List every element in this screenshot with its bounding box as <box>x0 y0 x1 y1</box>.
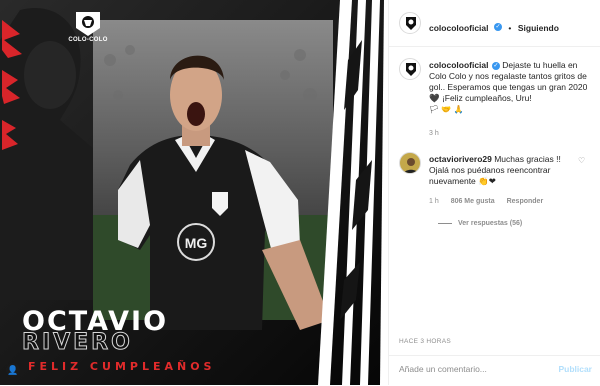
club-crest-icon <box>76 12 100 36</box>
user-tag-icon[interactable]: 👤 <box>6 363 20 377</box>
following-button[interactable]: Siguiendo <box>518 23 559 33</box>
verified-badge-icon: ✓ <box>491 61 500 70</box>
reply-button[interactable]: Responder <box>507 198 544 205</box>
view-replies-label: Ver respuestas (56) <box>458 220 523 227</box>
birthday-text: FELIZ CUMPLEAÑOS <box>28 360 216 373</box>
club-logo: COLO-COLO <box>68 10 108 46</box>
caption-username[interactable]: colocolooficial <box>429 60 489 70</box>
club-crest-icon <box>406 63 416 76</box>
verified-badge-icon: ✓ <box>493 22 502 31</box>
instagram-post: COLO-COLO MG OCTAVIO RIVERO FELIZ CUMPLE… <box>0 0 600 385</box>
comment-text-block: octaviorivero29 Muchas gracias !! Ojalá … <box>429 154 579 187</box>
like-comment-heart-icon[interactable]: ♡ <box>578 156 585 165</box>
club-crest-icon <box>406 17 416 30</box>
club-logo-text: COLO-COLO <box>68 37 108 43</box>
post-image[interactable]: COLO-COLO MG OCTAVIO RIVERO FELIZ CUMPLE… <box>0 0 388 385</box>
publish-button[interactable]: Publicar <box>558 364 592 374</box>
header-username[interactable]: colocolooficial <box>429 23 489 33</box>
post-header: colocolooficial ✓ • Siguiendo <box>389 0 600 47</box>
view-replies[interactable]: Ver respuestas (56) <box>438 220 522 227</box>
account-avatar[interactable] <box>399 12 421 34</box>
comment-input[interactable] <box>399 364 559 374</box>
caption-avatar[interactable] <box>399 58 421 80</box>
header-separator: • <box>508 23 512 33</box>
post-timestamp[interactable]: HACE 3 HORAS <box>399 338 451 345</box>
caption-emojis: 🏳 🤝 🙏 <box>429 105 464 114</box>
sponsor-logo-text: MG <box>185 235 208 251</box>
player-last-name: RIVERO <box>22 330 133 356</box>
commenter-username[interactable]: octaviorivero29 <box>429 154 492 164</box>
caption-time[interactable]: 3 h <box>429 130 439 137</box>
post-sidebar: colocolooficial ✓ • Siguiendo colocoloof… <box>388 0 600 385</box>
caption-text-block: colocolooficial ✓ Dejaste tu huella en C… <box>429 60 591 115</box>
comment-time[interactable]: 1 h <box>429 198 439 205</box>
sponsor-logo: MG <box>185 235 208 251</box>
comment-likes[interactable]: 806 Me gusta <box>451 198 495 205</box>
profile-photo-icon <box>403 158 419 173</box>
comment-bar: Publicar <box>389 355 600 386</box>
header-user-line: colocolooficial ✓ • Siguiendo <box>429 18 559 36</box>
reply-divider <box>438 222 452 224</box>
commenter-avatar[interactable] <box>399 152 421 174</box>
comment-meta: 1 h 806 Me gusta Responder <box>429 198 553 205</box>
